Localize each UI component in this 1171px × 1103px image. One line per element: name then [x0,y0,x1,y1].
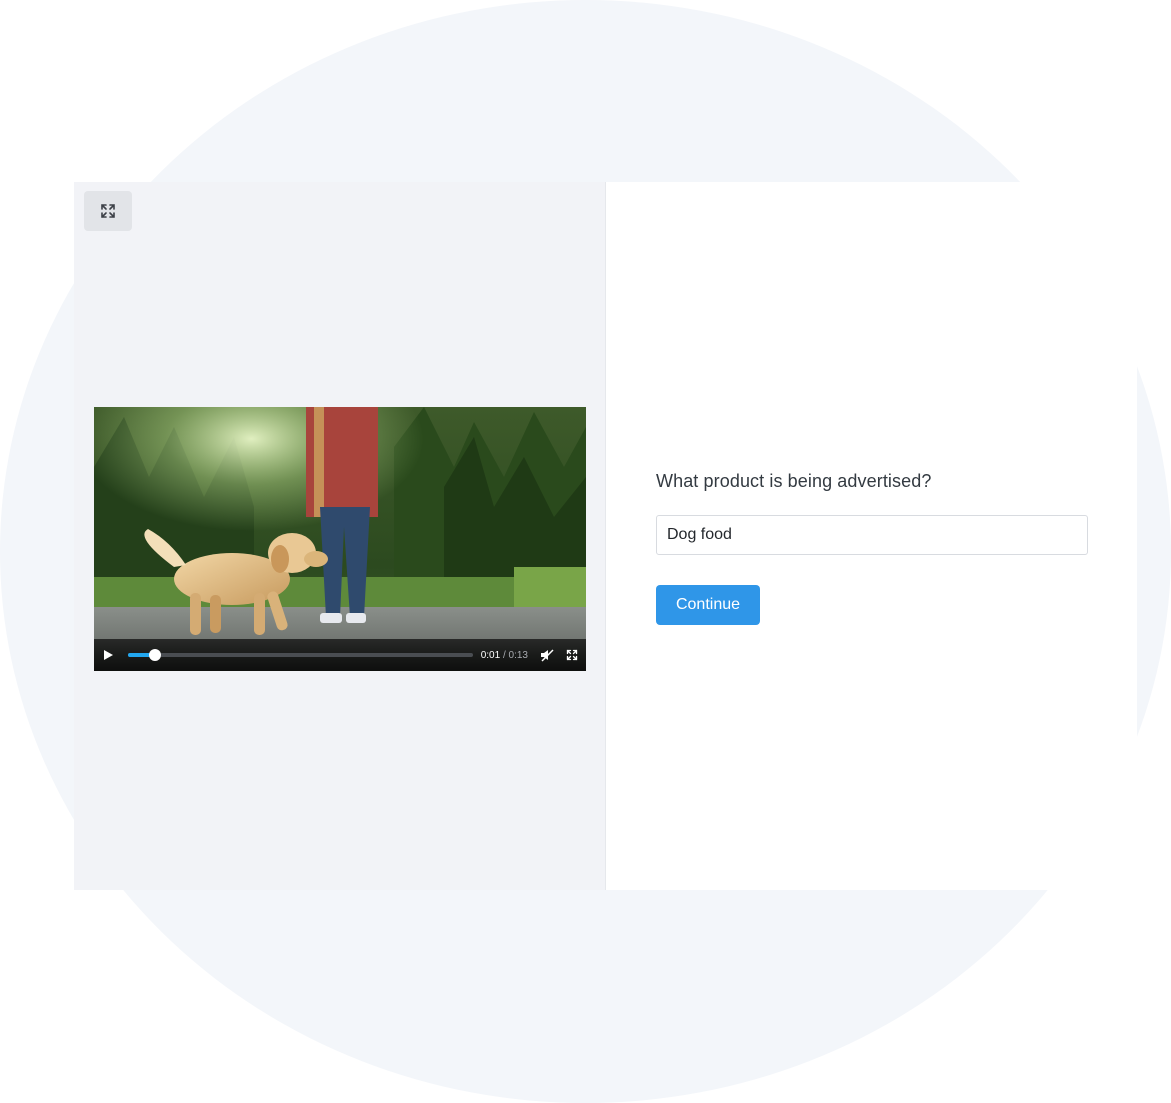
expand-panel-button[interactable] [84,191,132,231]
video-controls: 0:01 / 0:13 [94,639,586,671]
volume-muted-icon[interactable] [540,648,554,662]
continue-button[interactable]: Continue [656,585,760,625]
question-panel: What product is being advertised? Contin… [606,182,1137,890]
video-time: 0:01 / 0:13 [481,650,528,661]
media-panel: 0:01 / 0:13 [74,182,606,890]
time-separator: / [502,649,506,661]
video-frame [94,407,586,671]
current-time: 0:01 [480,649,501,661]
play-icon[interactable] [102,649,114,661]
question-text: What product is being advertised? [656,471,932,491]
video-progress-bar[interactable] [128,649,473,661]
video-progress-knob[interactable] [148,649,161,661]
task-card: 0:01 / 0:13 What product is being advert… [74,182,1137,890]
expand-icon [100,203,116,219]
duration: 0:13 [508,649,528,661]
answer-input[interactable] [656,515,1088,555]
video-player[interactable]: 0:01 / 0:13 [94,407,586,671]
fullscreen-icon[interactable] [566,649,578,661]
